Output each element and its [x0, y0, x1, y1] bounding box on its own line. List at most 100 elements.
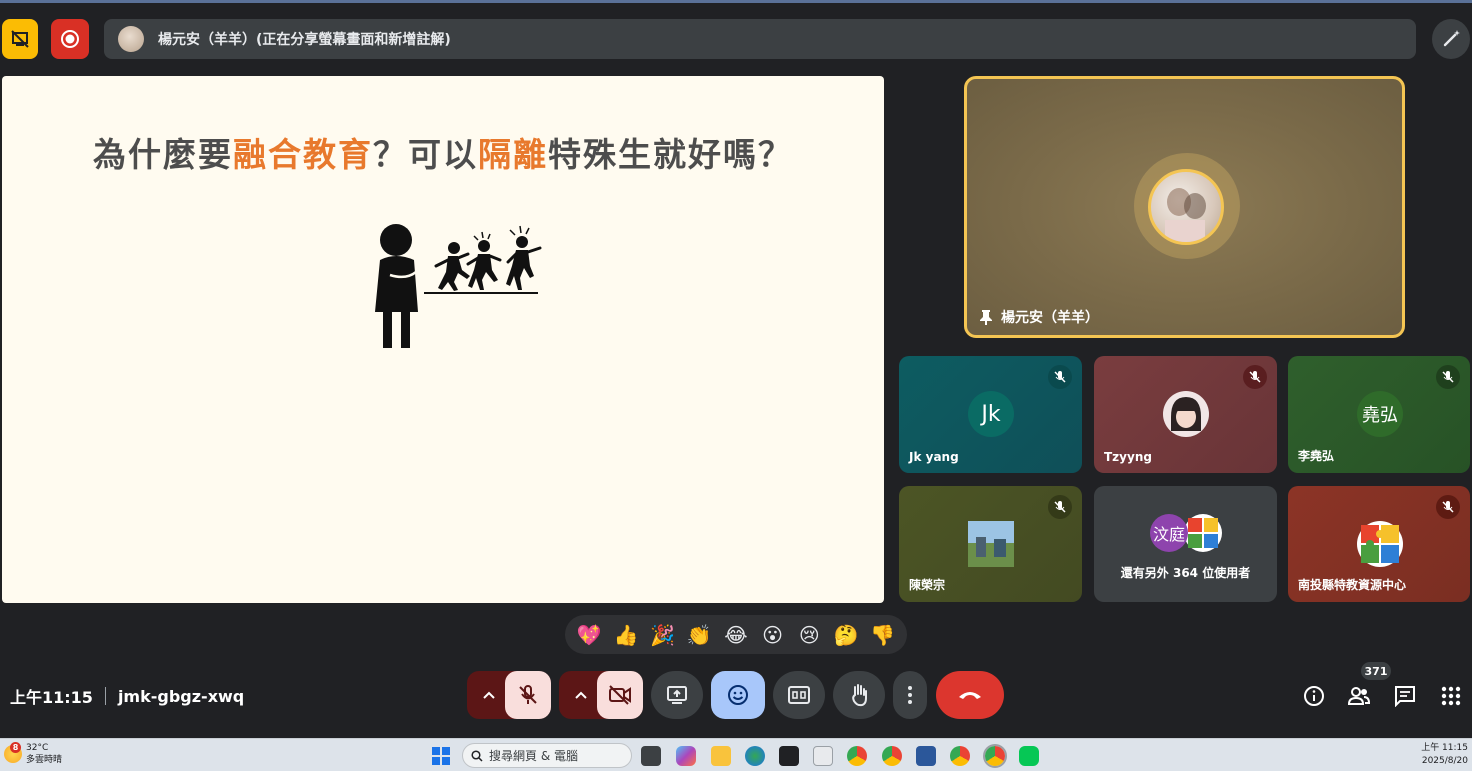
activities-button[interactable] [1435, 680, 1467, 712]
isolated-child-illustration [375, 224, 542, 348]
record-icon [61, 30, 79, 48]
others-count-label: 還有另外 364 位使用者 [1120, 566, 1251, 580]
file-explorer-icon[interactable] [711, 746, 731, 766]
mic-off-icon [519, 685, 537, 704]
chrome-profile-icon[interactable] [950, 746, 970, 766]
people-button[interactable] [1343, 680, 1375, 712]
reaction-thumbs-up[interactable]: 👍 [609, 623, 643, 647]
reaction-thinking[interactable]: 🤔 [829, 623, 863, 647]
presenter-banner-text: 楊元安（羊羊）(正在分享螢幕畫面和新增註解) [158, 32, 451, 48]
annotate-button[interactable] [1432, 19, 1470, 59]
reaction-crying[interactable]: 😢 [792, 623, 826, 647]
system-time: 上午 11:15 [1421, 743, 1468, 753]
reaction-thumbs-down[interactable]: 👎 [866, 623, 900, 647]
present-screen-icon [667, 686, 687, 704]
present-screen-button[interactable] [651, 671, 703, 719]
copilot-icon[interactable] [676, 746, 696, 766]
search-icon [471, 749, 483, 762]
more-options-button[interactable] [893, 671, 927, 719]
presenting-indicator-button[interactable] [2, 19, 38, 59]
muted-icon [1436, 365, 1460, 389]
microphone-toggle-button[interactable] [505, 671, 551, 719]
weather-sun-icon: 8 [4, 742, 22, 763]
puzzle-logo-icon [1361, 525, 1399, 563]
meeting-details-button[interactable] [1298, 680, 1330, 712]
avatar [1184, 514, 1222, 552]
pinned-participant-tile[interactable]: 楊元安（羊羊） [964, 76, 1405, 338]
audio-options-button[interactable] [477, 683, 501, 707]
windows-start-icon[interactable] [432, 747, 450, 765]
avatar: 堯弘 [1357, 391, 1403, 437]
camera-toggle-button[interactable] [597, 671, 643, 719]
avatar: 汶庭 [1150, 514, 1188, 552]
window-top-border [0, 0, 1472, 3]
video-options-button[interactable] [569, 683, 593, 707]
chrome-active-icon[interactable] [983, 744, 1007, 768]
reaction-sparkling-heart[interactable]: 💖 [572, 623, 606, 647]
task-view-icon[interactable] [641, 746, 661, 766]
people-count-badge: 371 [1361, 662, 1391, 680]
reaction-clapping[interactable]: 👏 [682, 623, 716, 647]
send-reaction-button[interactable] [711, 671, 765, 719]
pen-sparkle-icon [1443, 30, 1460, 47]
taskbar-search[interactable]: 搜尋網頁 & 電腦 [462, 743, 632, 768]
presenter-avatar [118, 26, 144, 52]
avatar [968, 521, 1014, 567]
leave-call-button[interactable] [936, 671, 1004, 719]
reaction-surprised[interactable]: 😮 [756, 623, 790, 647]
slide-title-highlight: 融合教育 [233, 135, 373, 174]
reaction-party-popper[interactable]: 🎉 [646, 623, 680, 647]
reaction-laughing[interactable]: 😂 [719, 623, 753, 647]
more-vert-icon [908, 686, 912, 704]
raise-hand-icon [852, 684, 867, 707]
info-icon [1304, 686, 1324, 706]
chrome-icon[interactable] [847, 746, 867, 766]
snipping-tool-icon[interactable] [813, 746, 833, 766]
apps-grid-icon [1441, 686, 1461, 706]
slide-title-part: 特殊生就好嗎？ [548, 135, 793, 174]
edge-browser-icon[interactable] [745, 746, 765, 766]
participant-tile[interactable]: Tzyyng [1094, 356, 1277, 473]
pin-icon [980, 310, 992, 325]
system-date: 2025/8/20 [1421, 756, 1468, 766]
puzzle-logo-icon [1188, 518, 1218, 548]
captions-button[interactable] [773, 671, 825, 719]
chat-button[interactable] [1389, 680, 1421, 712]
people-icon [1347, 687, 1371, 705]
pinned-avatar [1148, 169, 1224, 245]
meeting-info: 上午11:15 jmk-gbgz-xwq [10, 684, 244, 708]
camera-off-icon [609, 685, 631, 705]
slide-title-part: 為什麼要 [93, 135, 233, 174]
muted-icon [1243, 365, 1267, 389]
raise-hand-button[interactable] [833, 671, 885, 719]
participant-name: 李堯弘 [1298, 449, 1335, 463]
avatar-photo [968, 521, 1014, 567]
meeting-time: 上午11:15 [10, 688, 93, 707]
taskbar-search-text: 搜尋網頁 & 電腦 [489, 749, 578, 763]
participant-tile[interactable]: 陳榮宗 [899, 486, 1082, 602]
line-app-icon[interactable] [1019, 746, 1039, 766]
chrome-profile-icon[interactable] [882, 746, 902, 766]
more-participants-tile[interactable]: 汶庭 還有另外 364 位使用者 [1094, 486, 1277, 602]
avatar [1163, 391, 1209, 437]
recording-indicator-button[interactable] [51, 19, 89, 59]
chevron-up-icon [575, 691, 587, 699]
chevron-up-icon [483, 691, 495, 699]
weather-desc: 多雲時晴 [26, 755, 63, 765]
avatar-photo [1165, 188, 1206, 242]
muted-icon [1048, 495, 1072, 519]
sticky-notes-icon[interactable] [779, 746, 799, 766]
muted-icon [1436, 495, 1460, 519]
participant-tile[interactable]: 南投縣特教資源中心 [1288, 486, 1470, 602]
slide-title-part: ？可以 [373, 135, 478, 174]
participant-tile[interactable]: 堯弘 李堯弘 [1288, 356, 1470, 473]
participant-name: 南投縣特教資源中心 [1298, 578, 1407, 592]
participant-tile[interactable]: Jk Jk yang [899, 356, 1082, 473]
stop-presenting-icon [11, 30, 29, 48]
closed-captions-icon [788, 686, 810, 704]
reaction-bar: 💖 👍 🎉 👏 😂 😮 😢 🤔 👎 [565, 615, 907, 654]
pinned-name: 楊元安（羊羊） [1001, 310, 1099, 326]
weather-widget[interactable]: 8 32°C 多雲時晴 [4, 742, 62, 766]
system-clock[interactable]: 上午 11:15 2025/8/20 [1421, 742, 1468, 768]
word-icon[interactable] [916, 746, 936, 766]
